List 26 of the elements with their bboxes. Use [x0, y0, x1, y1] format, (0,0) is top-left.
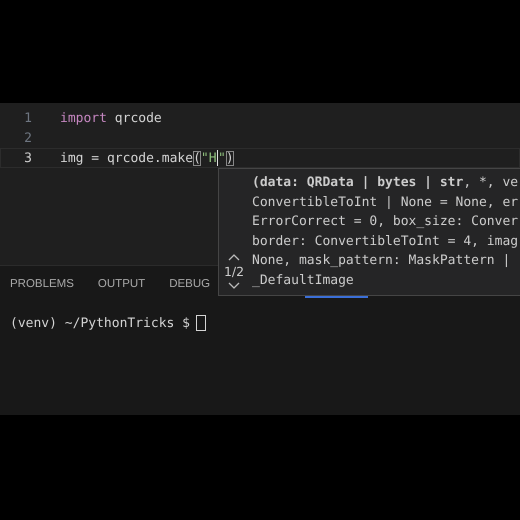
- line-number: 1: [23, 110, 33, 126]
- active-tab-indicator: [305, 296, 368, 298]
- overload-counter: 1/2: [224, 264, 244, 279]
- signature-text: None, mask_pattern: MaskPattern |: [252, 252, 512, 270]
- code-token: import: [60, 110, 107, 126]
- panel-tab[interactable]: PROBLEMS: [10, 278, 74, 304]
- code-token: "H: [200, 150, 217, 166]
- signature-text: _DefaultImage: [252, 272, 355, 290]
- terminal-cursor: [196, 315, 206, 331]
- code-token: qrcode: [114, 110, 162, 126]
- line-number: 3: [23, 150, 33, 166]
- line-number: 2: [23, 130, 33, 146]
- code-token: img = qrcode.make: [60, 150, 194, 166]
- code-token: ": [218, 150, 226, 166]
- terminal-prompt: (venv) ~/PythonTricks $: [10, 316, 190, 330]
- chevron-up-icon[interactable]: [228, 254, 240, 261]
- panel-tab[interactable]: DEBUG: [169, 278, 210, 304]
- signature-text: ConvertibleToInt | None = None, er: [252, 194, 518, 212]
- signature-text: ErrorCorrect = 0, box_size: Conver: [252, 213, 518, 232]
- signature-text: (data: QRData | bytes | str, *, ve: [252, 174, 518, 192]
- signature-text: border: ConvertibleToInt = 4, imag: [252, 232, 518, 251]
- text-cursor: [216, 150, 218, 166]
- panel-tab[interactable]: OUTPUT: [98, 278, 146, 304]
- chevron-down-icon[interactable]: [228, 282, 240, 289]
- matched-bracket: (: [193, 150, 201, 166]
- matched-bracket: ): [226, 150, 234, 166]
